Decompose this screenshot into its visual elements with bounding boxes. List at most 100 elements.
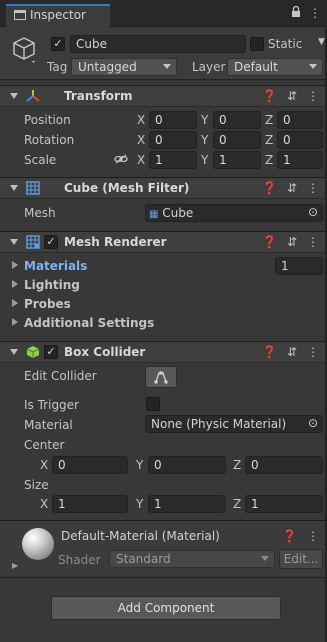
size-x-field[interactable]: 1 bbox=[52, 495, 128, 513]
axis-y-label: Y bbox=[201, 113, 209, 127]
axis-x-label: X bbox=[137, 153, 146, 167]
static-checkbox[interactable] bbox=[250, 37, 264, 51]
position-x-field[interactable]: 0 bbox=[149, 111, 197, 129]
layer-dropdown[interactable]: Default bbox=[227, 58, 323, 76]
component-menu-icon[interactable]: ⋮ bbox=[307, 529, 319, 543]
add-component-button[interactable]: Add Component bbox=[51, 596, 281, 620]
axis-y-label: Y bbox=[136, 458, 144, 472]
position-y-field[interactable]: 0 bbox=[213, 111, 261, 129]
foldout-arrow-icon[interactable] bbox=[10, 93, 18, 99]
help-icon[interactable]: ❓ bbox=[262, 345, 277, 359]
component-menu-icon[interactable]: ⋮ bbox=[307, 345, 319, 359]
materials-count-field[interactable]: 1 bbox=[275, 257, 323, 275]
mesh-renderer-icon bbox=[26, 235, 40, 249]
foldout-arrow-icon[interactable] bbox=[10, 349, 18, 355]
tag-dropdown[interactable]: Untagged bbox=[71, 58, 177, 76]
mesh-grid-icon: ▦ bbox=[149, 209, 159, 220]
axis-z-label: Z bbox=[233, 497, 242, 511]
material-foldout-arrow-icon[interactable]: ▶ bbox=[12, 561, 18, 570]
static-label: Static bbox=[268, 37, 303, 51]
layer-label: Layer bbox=[192, 60, 226, 74]
chevron-down-icon bbox=[309, 64, 317, 69]
probes-foldout[interactable]: Probes bbox=[12, 297, 71, 311]
materials-label: Materials bbox=[24, 259, 88, 273]
rotation-z-field[interactable]: 0 bbox=[277, 131, 323, 149]
box-collider-title: Box Collider bbox=[64, 345, 146, 359]
center-z-field[interactable]: 0 bbox=[245, 456, 323, 474]
center-y-field[interactable]: 0 bbox=[148, 456, 226, 474]
lock-icon[interactable] bbox=[291, 5, 301, 21]
foldout-arrow-icon[interactable] bbox=[10, 239, 18, 245]
transform-axes-icon bbox=[26, 90, 40, 102]
material-preview-sphere bbox=[22, 528, 54, 560]
mesh-object-field[interactable]: ▦ Cube ⊙ bbox=[145, 204, 323, 222]
shader-dropdown[interactable]: Standard bbox=[109, 550, 275, 568]
scale-y-field[interactable]: 1 bbox=[213, 151, 261, 169]
shader-label: Shader bbox=[58, 553, 101, 567]
preset-icon[interactable]: ⇵ bbox=[287, 181, 297, 195]
lighting-foldout[interactable]: Lighting bbox=[12, 278, 80, 292]
axis-y-label: Y bbox=[136, 497, 144, 511]
mesh-filter-title: Cube (Mesh Filter) bbox=[64, 181, 190, 195]
size-y-field[interactable]: 1 bbox=[148, 495, 226, 513]
axis-x-label: X bbox=[40, 458, 49, 472]
material-name: Default-Material (Material) bbox=[61, 529, 220, 543]
transform-title: Transform bbox=[64, 89, 133, 103]
preset-icon[interactable]: ⇵ bbox=[287, 235, 297, 249]
mesh-filter-header[interactable]: Cube (Mesh Filter) ❓ ⇵ ⋮ bbox=[0, 177, 327, 199]
transform-header[interactable]: Transform ❓ ⇵ ⋮ bbox=[0, 85, 327, 107]
axis-z-label: Z bbox=[265, 153, 274, 167]
center-label: Center bbox=[24, 438, 65, 452]
axis-x-label: X bbox=[40, 497, 49, 511]
scale-x-field[interactable]: 1 bbox=[149, 151, 197, 169]
materials-foldout[interactable]: Materials bbox=[12, 259, 87, 273]
scale-z-field[interactable]: 1 bbox=[277, 151, 323, 169]
foldout-arrow-icon[interactable] bbox=[10, 185, 18, 191]
additional-settings-foldout[interactable]: Additional Settings bbox=[12, 316, 154, 330]
help-icon[interactable]: ❓ bbox=[282, 529, 297, 543]
layer-value: Default bbox=[234, 60, 278, 74]
object-picker-icon[interactable]: ⊙ bbox=[308, 416, 318, 430]
static-dropdown-icon[interactable]: ▼ bbox=[318, 37, 325, 47]
physic-material-value: None (Physic Material) bbox=[151, 417, 287, 431]
is-trigger-label: Is Trigger bbox=[24, 398, 79, 412]
mesh-renderer-title: Mesh Renderer bbox=[64, 235, 167, 249]
position-label: Position bbox=[24, 113, 71, 127]
component-menu-icon[interactable]: ⋮ bbox=[307, 181, 319, 195]
box-collider-enabled-checkbox[interactable]: ✓ bbox=[44, 345, 58, 359]
is-trigger-checkbox[interactable] bbox=[146, 397, 160, 411]
material-label: Material bbox=[24, 418, 73, 432]
edit-shader-button[interactable]: Edit... bbox=[279, 549, 323, 569]
tab-inspector[interactable]: Inspector bbox=[6, 4, 110, 27]
edit-bounds-icon bbox=[154, 371, 168, 384]
position-z-field[interactable]: 0 bbox=[277, 111, 323, 129]
edit-collider-button[interactable] bbox=[145, 366, 177, 388]
preset-icon[interactable]: ⇵ bbox=[287, 345, 297, 359]
mesh-renderer-enabled-checkbox[interactable]: ✓ bbox=[44, 235, 58, 249]
component-menu-icon[interactable]: ⋮ bbox=[307, 235, 319, 249]
chevron-down-icon bbox=[163, 64, 171, 69]
inspector-icon bbox=[14, 10, 26, 20]
preset-icon[interactable]: ⇵ bbox=[287, 89, 297, 103]
tag-label: Tag bbox=[47, 60, 68, 74]
center-x-field[interactable]: 0 bbox=[52, 456, 128, 474]
physic-material-field[interactable]: None (Physic Material) ⊙ bbox=[145, 415, 323, 433]
help-icon[interactable]: ❓ bbox=[262, 181, 277, 195]
mesh-filter-grid-icon bbox=[26, 181, 40, 195]
box-collider-header[interactable]: ✓ Box Collider ❓ ⇵ ⋮ bbox=[0, 341, 327, 363]
size-z-field[interactable]: 1 bbox=[245, 495, 323, 513]
rotation-y-field[interactable]: 0 bbox=[213, 131, 261, 149]
active-checkbox[interactable]: ✓ bbox=[51, 37, 65, 51]
help-icon[interactable]: ❓ bbox=[262, 89, 277, 103]
mesh-value: Cube bbox=[162, 206, 194, 220]
rotation-x-field[interactable]: 0 bbox=[149, 131, 197, 149]
mesh-renderer-header[interactable]: ✓ Mesh Renderer ❓ ⇵ ⋮ bbox=[0, 231, 327, 253]
more-options-icon[interactable]: ⋮ bbox=[309, 6, 321, 21]
constrain-proportions-link-icon[interactable] bbox=[114, 153, 128, 168]
object-picker-icon[interactable]: ⊙ bbox=[308, 205, 318, 219]
tab-bar: Inspector ⋮ bbox=[0, 0, 327, 27]
probes-label: Probes bbox=[24, 297, 71, 311]
help-icon[interactable]: ❓ bbox=[262, 235, 277, 249]
object-name-field[interactable]: Cube bbox=[70, 35, 246, 53]
component-menu-icon[interactable]: ⋮ bbox=[307, 89, 319, 103]
